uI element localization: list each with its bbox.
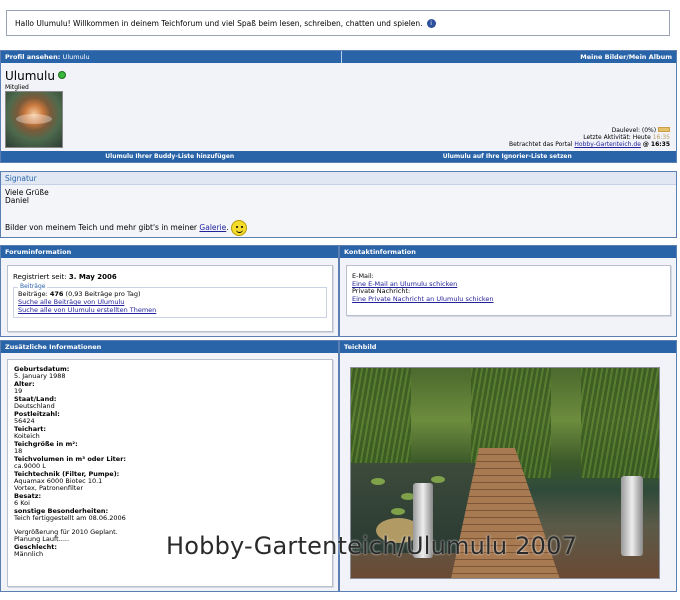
activity-stats: Daulevel: (0%) Letzte Aktivität: Heute 1…: [509, 127, 670, 148]
contact-info-panel: Kontaktinformation E-Mail: Eine E-Mail a…: [339, 245, 677, 337]
profile-field: Teichart: Koiteich: [14, 426, 326, 440]
signature-line-1: Viele Grüße: [5, 188, 49, 197]
profile-field-label: Teichart:: [14, 425, 46, 433]
watermark: Hobby-Gartenteich/Ulumulu 2007: [166, 532, 578, 560]
info-icon[interactable]: i: [426, 18, 436, 28]
gallery-line: Bilder von meinem Teich und mehr gibt's …: [5, 220, 248, 236]
forum-info-panel: Foruminformation Registriert seit: 3. Ma…: [0, 245, 339, 337]
posts-fieldset: Beiträge Beiträge: 476 (0,93 Beiträge pr…: [13, 283, 327, 318]
profile-field-value: 18: [14, 447, 23, 455]
profile-field-value: ca.9000 L: [14, 462, 46, 470]
profile-field-label: Alter:: [14, 380, 35, 388]
profile-field-value: 56424: [14, 417, 35, 425]
extra-info-title: Zusätzliche Informationen: [1, 341, 338, 353]
avatar: [5, 91, 63, 148]
username: Ulumulu: [5, 69, 66, 83]
last-activity-time: 16:35: [652, 134, 670, 141]
profile-field: Staat/Land: Deutschland: [14, 396, 326, 410]
signature-panel: Signatur Viele Grüße Daniel Bilder von m…: [0, 171, 677, 238]
profile-field-label: Besatz:: [14, 492, 42, 500]
last-activity-label: Letzte Aktivität: Heute: [583, 134, 651, 141]
thumbs-up-smiley-icon: [231, 220, 248, 236]
profile-panel: Profil ansehen: Ulumulu Meine Bilder/Mei…: [0, 50, 677, 163]
profile-field-value: 5. January 1988: [14, 372, 66, 380]
gallery-text: Bilder von meinem Teich und mehr gibt's …: [5, 223, 198, 232]
profile-field: Teichtechnik (Filter, Pumpe): Aquamax 600…: [14, 471, 326, 492]
user-rank: Mitglied: [5, 84, 29, 91]
profile-field-value: Deutschland: [14, 402, 55, 410]
search-posts-link[interactable]: Suche alle Beiträge von Ulumulu: [18, 298, 124, 306]
online-status-icon: [57, 71, 66, 79]
posts-count: Beiträge: 476 (0,93 Beiträge pro Tag): [18, 290, 141, 298]
profile-field: Geburtsdatum: 5. January 1988: [14, 366, 326, 380]
profile-field-value: Aquamax 6000 Biotec 10.1 Vortex, Patrone…: [14, 477, 103, 492]
signature-line-2: Daniel: [5, 196, 29, 205]
search-threads-link[interactable]: Suche alle von Ulumulu erstellten Themen: [18, 306, 156, 314]
profile-field-label: Teichvolumen in m³ oder Liter:: [14, 455, 127, 463]
my-album-link[interactable]: Meine Bilder/Mein Album: [342, 51, 672, 63]
daulevel-bar: [658, 127, 670, 132]
profile-field: Besatz: 6 Koi: [14, 493, 326, 507]
profile-field-label: Teichgröße in m²:: [14, 440, 78, 448]
profile-field: Postleitzahl: 56424: [14, 411, 326, 425]
daulevel: Daulevel: (0%): [611, 127, 657, 134]
add-buddy-button[interactable]: Ulumulu Ihrer Buddy-Liste hinzufügen: [1, 151, 339, 162]
registered-since: Registriert seit: 3. May 2006: [13, 273, 117, 281]
profile-field: Alter: 19: [14, 381, 326, 395]
pond-image-title: Teichbild: [340, 341, 676, 353]
gallery-link[interactable]: Galerie: [199, 223, 226, 232]
profile-field-value: 19: [14, 387, 23, 395]
profile-header: Profil ansehen: Ulumulu: [5, 51, 342, 63]
profile-field-value: 6 Koi: [14, 499, 30, 507]
send-pm-link[interactable]: Eine Private Nachricht an Ulumulu schick…: [352, 295, 494, 303]
portal-prefix: Betrachtet das Portal: [509, 141, 573, 148]
profile-field-value: Koiteich: [14, 432, 40, 440]
forum-info-title: Foruminformation: [1, 246, 338, 258]
welcome-text: Hallo Ulumulu! Willkommen in deinem Teic…: [15, 18, 423, 28]
profile-field: Teichgröße in m²: 18: [14, 441, 326, 455]
portal-time: @ 16:35: [642, 141, 670, 148]
ignore-user-button[interactable]: Ulumulu auf Ihre Ignorier-Liste setzen: [339, 151, 677, 162]
portal-link[interactable]: Hobby-Gartenteich.de: [574, 141, 641, 148]
contact-info-title: Kontaktinformation: [340, 246, 676, 258]
profile-field-label: Staat/Land:: [14, 395, 57, 403]
signature-title: Signatur: [1, 172, 676, 185]
posts-legend: Beiträge: [18, 283, 48, 291]
profile-field: Teichvolumen in m³ oder Liter: ca.9000 L: [14, 456, 326, 470]
welcome-message: Hallo Ulumulu! Willkommen in deinem Teic…: [6, 10, 670, 36]
profile-header-label: Profil ansehen: [5, 53, 58, 61]
profile-header-name: Ulumulu: [62, 53, 90, 61]
profile-field-label: Postleitzahl:: [14, 410, 60, 418]
